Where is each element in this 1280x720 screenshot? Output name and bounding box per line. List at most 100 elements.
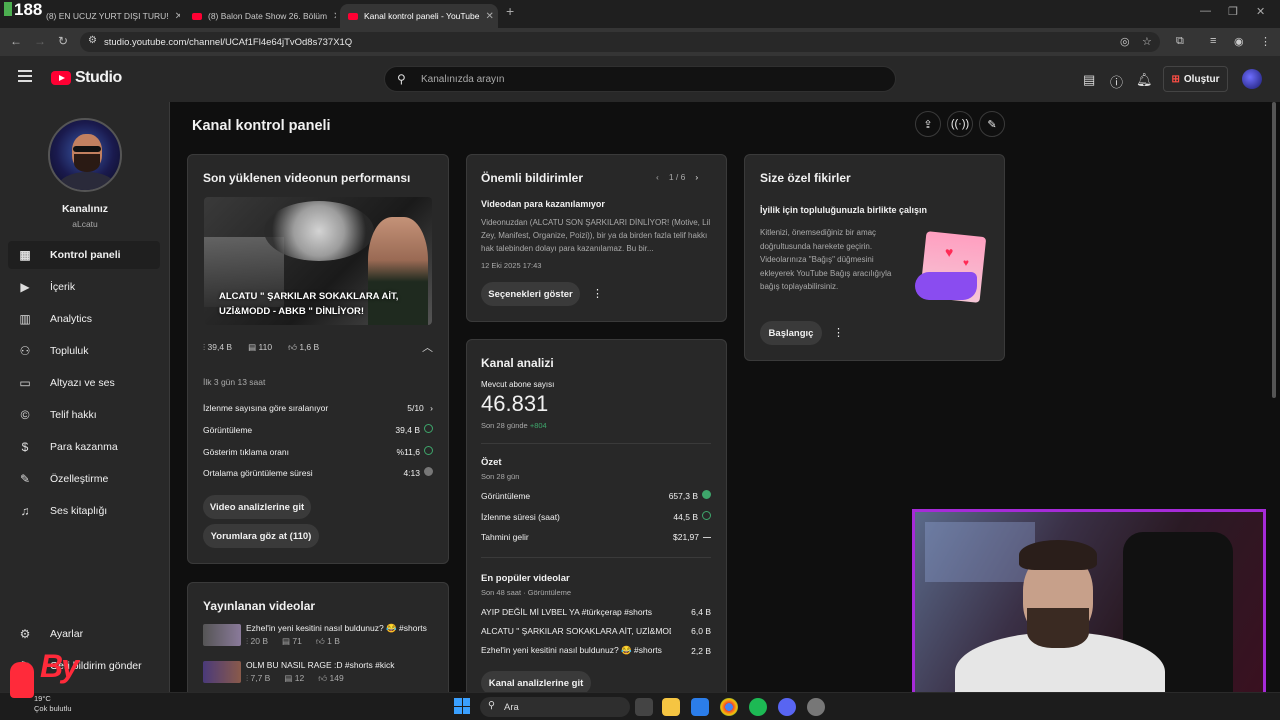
studio-header: Studio ⚲ Kanalınızda arayın ▤ ⓘ 🔔︎ ⊞ Olu… (0, 56, 1280, 102)
sidebar-item-customization[interactable]: ✎ Özelleştirme (8, 465, 160, 493)
popular-period: Son 48 saat · Görüntüleme (481, 588, 572, 597)
live-broadcast-icon: ((·)) (950, 118, 970, 130)
video-thumbnail[interactable] (203, 624, 241, 646)
taskbar: ⚲ Ara (0, 692, 1280, 720)
view-comments-button[interactable]: Yorumlara göz at (110) (203, 524, 319, 548)
feedback-icon[interactable]: ▤ (1083, 72, 1095, 88)
page-title: Kanal kontrol paneli (192, 118, 331, 134)
search-placeholder: Kanalınızda arayın (421, 73, 505, 85)
app-icon[interactable] (807, 698, 825, 716)
video-thumbnail[interactable]: ALCATU " ŞARKILAR SOKAKLARA AİT, UZİ&MOD… (204, 197, 432, 325)
sidebar-item-analytics[interactable]: ▥ Analytics (8, 305, 160, 333)
perf-row-ctr: Gösterim tıklama oranı %11,6 (203, 446, 433, 457)
new-tab-button[interactable]: + (506, 3, 514, 19)
menu-dots-icon[interactable]: ⋮ (1260, 35, 1271, 48)
youtube-icon (348, 12, 358, 20)
dashboard-icon: ▦ (19, 248, 31, 262)
popular-row[interactable]: ALCATU " ŞARKILAR SOKAKLARA AİT, UZİ&MOD… (481, 626, 711, 636)
chevron-right-icon[interactable]: › (695, 172, 698, 182)
bookmark-star-icon[interactable]: ☆ (1142, 35, 1152, 48)
channel-avatar[interactable] (48, 118, 122, 192)
reload-icon[interactable]: ↻ (58, 34, 68, 48)
page-scrollbar[interactable] (1272, 102, 1276, 398)
subscribers-delta: Son 28 günde +804 (481, 421, 547, 430)
popular-row[interactable]: AYIP DEĞİL Mİ LVBEL YA #türkçerap #short… (481, 607, 711, 617)
minimize-button[interactable]: — (1200, 5, 1211, 17)
summary-period: Son 28 gün (481, 472, 520, 481)
notifications-bell-icon[interactable]: 🔔︎ (1136, 72, 1153, 88)
tab-title: Kanal kontrol paneli - YouTube (364, 11, 480, 21)
sidebar-item-content[interactable]: ▶ İçerik (8, 273, 160, 301)
summary-row-revenue: Tahmini gelir $21,97 (481, 532, 711, 542)
sidebar-item-copyright[interactable]: © Telif hakkı (8, 401, 160, 429)
extensions-icon[interactable]: ⧉ (1176, 35, 1184, 48)
media-icon[interactable]: ≡ (1210, 35, 1216, 47)
upload-icon: ⇪ (923, 118, 933, 131)
perf-row-avg-duration: Ortalama görüntüleme süresi 4:13 (203, 467, 433, 478)
sidebar-item-monetization[interactable]: $ Para kazanma (8, 433, 160, 461)
analytics-icon: ▥ (19, 312, 31, 326)
card-title: Size özel fikirler (760, 171, 851, 185)
go-live-button[interactable]: ((·)) (947, 111, 973, 137)
browser-tab-2[interactable]: (8) Balon Date Show 26. Bölüm ✕ (184, 4, 336, 28)
video-title[interactable]: Ezhel'in yeni kesitini nasıl buldunuz? 😂… (246, 623, 446, 634)
perf-row-rank[interactable]: İzlenme sayısına göre sıralanıyor 5/10 › (203, 403, 433, 413)
spotify-icon[interactable] (749, 698, 767, 716)
sidebar-item-community[interactable]: ⚇ Topluluk (8, 337, 160, 365)
sidebar-item-dashboard[interactable]: ▦ Kontrol paneli (8, 241, 160, 269)
show-options-button[interactable]: Seçenekleri göster (481, 282, 580, 306)
create-post-button[interactable]: ✎ (979, 111, 1005, 137)
browser-tab-3[interactable]: Kanal kontrol paneli - YouTube ✕ (340, 4, 498, 28)
chevron-left-icon[interactable]: ‹ (656, 172, 659, 182)
close-icon[interactable]: ✕ (485, 11, 493, 22)
discord-icon[interactable] (778, 698, 796, 716)
donation-illustration: ♥ ♥ (915, 231, 987, 304)
video-thumbnail[interactable] (203, 661, 241, 683)
search-input[interactable]: ⚲ Kanalınızda arayın (384, 66, 896, 92)
community-icon: ⚇ (19, 344, 31, 358)
task-view-icon[interactable] (635, 698, 653, 716)
weather-widget[interactable]: 19°C Çok bulutlu (34, 694, 72, 714)
site-info-icon[interactable]: ⚙ (88, 35, 97, 46)
chrome-icon[interactable] (720, 698, 738, 716)
video-analytics-button[interactable]: Video analizlerine git (203, 495, 311, 519)
taskbar-search[interactable]: ⚲ Ara (480, 697, 630, 717)
sidebar-item-subtitles[interactable]: ▭ Altyazı ve ses (8, 369, 160, 397)
card-title: Kanal analizi (481, 356, 554, 370)
idea-body: Kitlenizi, önemsediğiniz bir amaç doğrul… (760, 228, 892, 291)
forward-icon[interactable]: → (34, 34, 46, 48)
upload-button[interactable]: ⇪ (915, 111, 941, 137)
close-icon[interactable]: ✕ (175, 11, 180, 22)
popular-row[interactable]: Ezhel'in yeni kesitini nasıl buldunuz? 😂… (481, 645, 711, 656)
subtitles-icon: ▭ (19, 376, 31, 390)
account-avatar[interactable] (1242, 69, 1262, 89)
sidebar-item-audio-library[interactable]: ♫ Ses kitaplığı (8, 497, 160, 525)
gear-icon: ⚙ (19, 627, 31, 641)
collapse-chevron-icon[interactable]: ︿ (422, 339, 433, 355)
card-title: Son yüklenen videonun performansı (203, 171, 411, 185)
more-options-icon[interactable]: ⋮ (592, 287, 603, 300)
webcam-overlay (912, 509, 1266, 705)
help-icon[interactable]: ⓘ (1110, 72, 1123, 91)
dash-icon (703, 537, 711, 539)
profile-icon[interactable]: ◉ (1234, 35, 1244, 48)
browser-tab-1[interactable]: (8) EN UCUZ YURT DIŞI TURU! ✕ (38, 4, 180, 28)
eye-off-icon[interactable]: ◎ (1120, 35, 1130, 48)
file-explorer-icon[interactable] (662, 698, 680, 716)
close-icon[interactable]: ✕ (333, 11, 336, 22)
windows-start-icon[interactable] (454, 698, 470, 714)
store-icon[interactable] (691, 698, 709, 716)
create-button[interactable]: ⊞ Oluştur (1163, 66, 1228, 92)
studio-logo[interactable]: Studio (51, 69, 122, 87)
maximize-button[interactable]: ❐ (1228, 5, 1238, 18)
create-plus-icon: ⊞ (1171, 73, 1180, 85)
sidebar-item-settings[interactable]: ⚙ Ayarlar (8, 620, 160, 648)
hamburger-menu-icon[interactable] (18, 70, 32, 85)
get-started-button[interactable]: Başlangıç (760, 321, 822, 345)
divider (481, 557, 711, 558)
more-options-icon[interactable]: ⋮ (833, 326, 844, 339)
url-bar[interactable]: ⚙ studio.youtube.com/channel/UCAf1Fl4e64… (80, 32, 1160, 52)
back-icon[interactable]: ← (10, 34, 22, 48)
video-title[interactable]: OLM BU NASIL RAGE :D #shorts #kick (246, 660, 446, 670)
window-close-button[interactable]: ✕ (1256, 5, 1265, 18)
